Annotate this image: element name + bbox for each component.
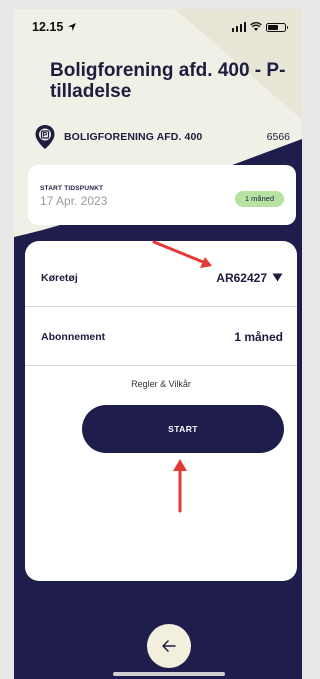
status-bar: 12.15 [14, 9, 302, 45]
subscription-row[interactable]: Abonnement 1 måned [25, 308, 297, 366]
start-time-card: START TIDSPUNKT 17 Apr. 2023 1 måned [28, 165, 296, 225]
start-button[interactable]: START [82, 405, 284, 453]
caret-down-icon [272, 273, 283, 282]
battery-icon [266, 22, 288, 32]
parking-pin-icon [35, 125, 55, 149]
location-arrow-icon [68, 23, 77, 31]
back-button[interactable] [147, 624, 191, 668]
page-title: Boligforening afd. 400 - P-tilladelse [50, 60, 286, 102]
annotation-arrow-vehicle [152, 240, 212, 268]
phone-screen: 12.15 Boligforening afd. 400 - P-tillade… [14, 9, 302, 679]
status-left: 12.15 [32, 20, 77, 34]
organization-name: BOLIGFORENING AFD. 400 [64, 131, 203, 143]
annotation-arrow-start [173, 459, 187, 513]
organization-row: BOLIGFORENING AFD. 400 6566 [34, 123, 290, 151]
arrow-left-icon [162, 640, 176, 652]
vehicle-value: AR62427 [216, 270, 267, 285]
home-indicator [113, 672, 225, 676]
subscription-value: 1 måned [234, 329, 283, 344]
terms-link[interactable]: Regler & Vilkår [25, 379, 297, 389]
vehicle-select[interactable]: AR62427 [216, 271, 283, 285]
status-right [231, 22, 288, 32]
subscription-label: Abonnement [41, 330, 106, 343]
signal-icon [231, 22, 246, 32]
vehicle-label: Køretøj [41, 271, 78, 284]
duration-badge: 1 måned [234, 191, 284, 207]
wifi-icon [250, 22, 262, 31]
permit-form-card: Køretøj AR62427 Abonnement 1 måned Regle… [25, 241, 297, 581]
status-time: 12.15 [32, 20, 64, 34]
organization-code: 6566 [266, 131, 290, 143]
